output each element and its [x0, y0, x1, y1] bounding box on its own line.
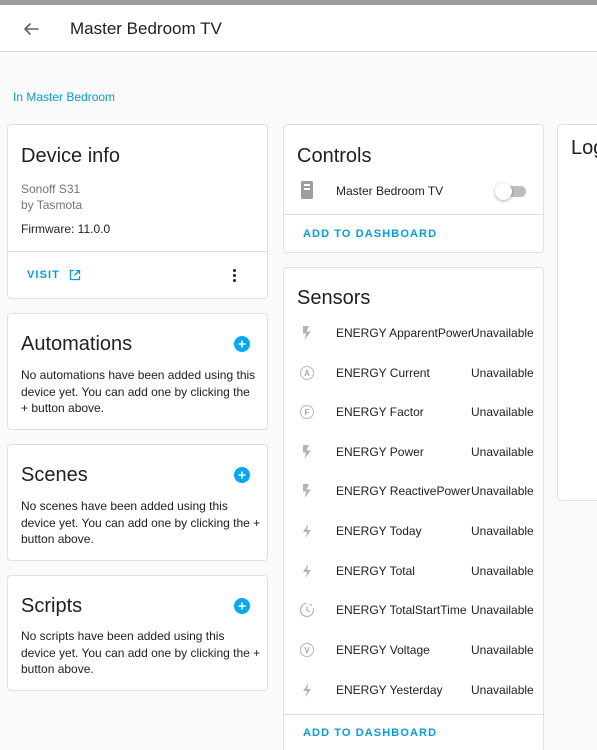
- visit-button[interactable]: VISIT: [27, 269, 81, 281]
- sensor-row[interactable]: ENERGY Today Unavailable: [284, 512, 543, 551]
- scenes-title: Scenes: [21, 464, 88, 486]
- visit-label: VISIT: [27, 269, 61, 281]
- sensor-name: ENERGY Power: [336, 445, 424, 459]
- toggle-knob: [495, 183, 512, 200]
- sensor-state: Unavailable: [471, 366, 534, 380]
- scripts-card: Scripts No scripts have been added using…: [7, 575, 268, 691]
- plus-icon: [238, 602, 246, 610]
- dots-vertical-icon: [232, 268, 236, 283]
- sensor-row[interactable]: F ENERGY Factor Unavailable: [284, 393, 543, 432]
- device-info-title: Device info: [21, 145, 120, 167]
- entity-toggle[interactable]: [495, 183, 526, 200]
- sensor-row[interactable]: V ENERGY Voltage Unavailable: [284, 631, 543, 670]
- controls-entity-row[interactable]: Master Bedroom TV: [284, 177, 543, 213]
- sensor-name: ENERGY Yesterday: [336, 683, 443, 697]
- device-firmware: Firmware: 11.0.0: [21, 222, 111, 236]
- sensor-row[interactable]: ENERGY ReactivePower Unavailable: [284, 472, 543, 511]
- open-in-new-icon: [69, 269, 81, 281]
- device-info-divider: [8, 251, 267, 252]
- scenes-card: Scenes No scenes have been added using t…: [7, 444, 268, 561]
- device-manufacturer: by Tasmota: [21, 198, 83, 212]
- sensor-name: ENERGY Today: [336, 524, 422, 538]
- logbook-title: Logbook: [571, 137, 597, 159]
- plus-icon: [238, 340, 246, 348]
- sensor-state: Unavailable: [471, 445, 534, 459]
- scripts-title: Scripts: [21, 595, 83, 617]
- flash-icon: [298, 324, 316, 342]
- flash-icon: [298, 482, 316, 500]
- sensor-state: Unavailable: [471, 484, 534, 498]
- sensor-name: ENERGY TotalStartTime: [336, 603, 467, 617]
- voltage-v-icon: V: [298, 641, 316, 659]
- automations-card: Automations No automations have been add…: [7, 313, 268, 430]
- sensor-state: Unavailable: [471, 326, 534, 340]
- power-factor-icon: F: [298, 403, 316, 421]
- sensor-row[interactable]: ENERGY Total Unavailable: [284, 552, 543, 591]
- area-link[interactable]: In Master Bedroom: [13, 90, 115, 104]
- overflow-menu-button[interactable]: [224, 265, 244, 285]
- flash-icon: [298, 443, 316, 461]
- sensor-row[interactable]: A ENERGY Current Unavailable: [284, 354, 543, 393]
- sensor-state: Unavailable: [471, 643, 534, 657]
- controls-title: Controls: [297, 145, 372, 167]
- logbook-card: Logbook: [557, 124, 597, 501]
- lightning-bolt-icon: [298, 562, 316, 580]
- arrow-left-icon: [24, 23, 39, 35]
- controls-divider: [284, 214, 543, 215]
- automations-empty-text: No automations have been added using thi…: [21, 368, 256, 415]
- current-a-icon: A: [298, 364, 316, 382]
- sensor-row[interactable]: ENERGY TotalStartTime Unavailable: [284, 591, 543, 630]
- add-automation-button[interactable]: [234, 336, 250, 352]
- lightning-bolt-icon: [298, 522, 316, 540]
- back-button[interactable]: [18, 16, 44, 42]
- sensor-name: ENERGY Total: [336, 564, 415, 578]
- sensor-name: ENERGY Factor: [336, 405, 424, 419]
- sensor-row[interactable]: ENERGY Yesterday Unavailable: [284, 671, 543, 710]
- controls-add-to-dashboard-button[interactable]: ADD TO DASHBOARD: [303, 228, 437, 240]
- sensors-card: Sensors ENERGY ApparentPower Unavailable…: [283, 267, 544, 750]
- device-info-card: Device info Sonoff S31 by Tasmota Firmwa…: [7, 124, 268, 299]
- app-toolbar: Master Bedroom TV: [0, 5, 597, 52]
- sensors-title: Sensors: [297, 287, 371, 309]
- device-model: Sonoff S31: [21, 182, 81, 196]
- sensor-name: ENERGY ApparentPower: [336, 326, 472, 340]
- sensors-divider: [284, 714, 543, 715]
- sensor-state: Unavailable: [471, 603, 534, 617]
- scripts-empty-text: No scripts have been added using this de…: [21, 629, 261, 676]
- sensor-name: ENERGY Voltage: [336, 643, 430, 657]
- lightning-bolt-icon: [298, 681, 316, 699]
- sensor-state: Unavailable: [471, 683, 534, 697]
- controls-card: Controls Master Bedroom TV ADD TO DASHBO…: [283, 124, 544, 253]
- sensor-name: ENERGY Current: [336, 366, 430, 380]
- plus-icon: [238, 471, 246, 479]
- controls-entity-name: Master Bedroom TV: [336, 184, 444, 198]
- sensor-row[interactable]: ENERGY Power Unavailable: [284, 433, 543, 472]
- sensors-add-to-dashboard-button[interactable]: ADD TO DASHBOARD: [303, 727, 437, 739]
- sensor-name: ENERGY ReactivePower: [336, 484, 471, 498]
- add-script-button[interactable]: [234, 598, 250, 614]
- page-title: Master Bedroom TV: [70, 19, 222, 38]
- add-scene-button[interactable]: [234, 467, 250, 483]
- power-socket-icon: [301, 181, 313, 199]
- automations-title: Automations: [21, 333, 133, 355]
- sensor-state: Unavailable: [471, 564, 534, 578]
- sensor-state: Unavailable: [471, 405, 534, 419]
- clock-icon: [298, 601, 316, 619]
- sensor-state: Unavailable: [471, 524, 534, 538]
- scenes-empty-text: No scenes have been added using this dev…: [21, 499, 261, 546]
- sensor-row[interactable]: ENERGY ApparentPower Unavailable: [284, 314, 543, 353]
